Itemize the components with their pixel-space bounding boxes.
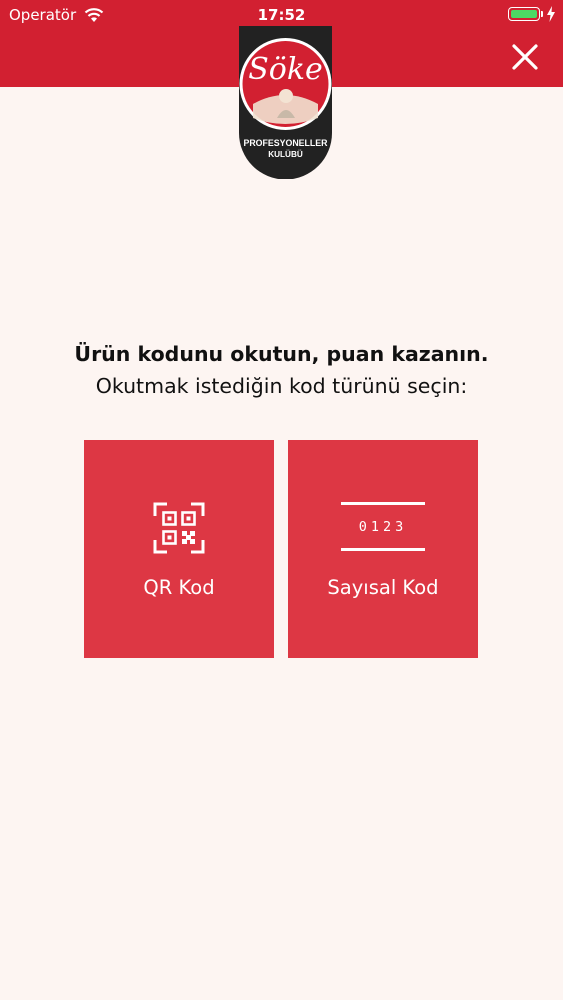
numeric-code-digits: 0123	[358, 519, 408, 535]
battery-tip	[541, 11, 543, 17]
charging-icon	[547, 6, 555, 22]
brand-logo: Söke PROFESYONELLER KULÜBÜ	[239, 26, 332, 179]
instruction-title: Ürün kodunu okutun, puan kazanın.	[74, 342, 489, 366]
instructions: Ürün kodunu okutun, puan kazanın. Okutma…	[0, 338, 563, 402]
close-button[interactable]	[508, 40, 542, 74]
qr-code-button[interactable]: QR Kod	[84, 440, 274, 658]
close-icon	[512, 44, 538, 70]
qr-code-label: QR Kod	[143, 576, 215, 599]
qr-code-icon	[153, 502, 205, 554]
numeric-code-icon: 0123	[341, 502, 425, 554]
clock: 17:52	[257, 6, 306, 24]
svg-text:Söke: Söke	[248, 52, 323, 87]
instruction-subtitle: Okutmak istediğin kod türünü seçin:	[95, 374, 468, 398]
svg-text:KULÜBÜ: KULÜBÜ	[268, 149, 303, 159]
numeric-code-button[interactable]: 0123 Sayısal Kod	[288, 440, 478, 658]
battery-icon	[508, 7, 540, 21]
svg-text:PROFESYONELLER: PROFESYONELLER	[243, 138, 328, 148]
numeric-code-label: Sayısal Kod	[327, 576, 439, 599]
